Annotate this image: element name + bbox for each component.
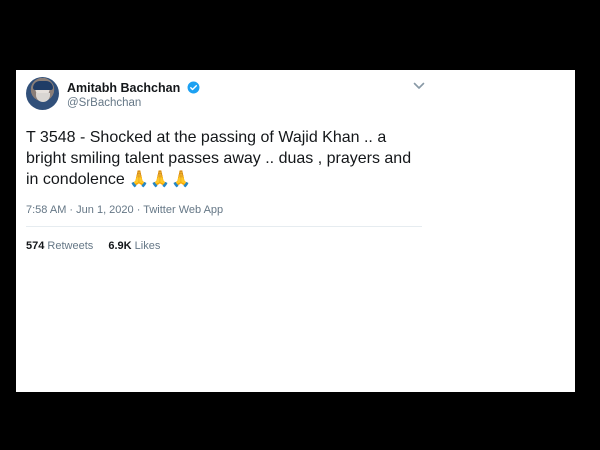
tweet-source[interactable]: Twitter Web App	[143, 204, 223, 216]
tweet-date[interactable]: Jun 1, 2020	[76, 204, 134, 216]
retweets-count: 574	[26, 240, 45, 252]
tweet-card: Amitabh Bachchan @SrBachchan T 3548 - Sh…	[16, 70, 575, 392]
avatar-beard	[36, 93, 50, 102]
verified-badge-icon	[187, 81, 200, 94]
tweet-time[interactable]: 7:58 AM	[26, 204, 66, 216]
avatar[interactable]	[26, 77, 59, 110]
likes-stat[interactable]: 6.9K Likes	[108, 240, 160, 252]
retweets-label: Retweets	[47, 240, 94, 252]
tweet-text: T 3548 - Shocked at the passing of Wajid…	[26, 127, 416, 190]
retweets-stat[interactable]: 574 Retweets	[26, 240, 96, 252]
tweet: Amitabh Bachchan @SrBachchan T 3548 - Sh…	[26, 77, 425, 252]
tweet-meta: 7:58 AM · Jun 1, 2020 · Twitter Web App	[26, 204, 422, 227]
meta-separator: ·	[136, 204, 141, 216]
likes-label: Likes	[134, 240, 161, 252]
chevron-down-icon[interactable]	[413, 81, 425, 91]
author-name[interactable]: Amitabh Bachchan	[67, 81, 180, 95]
avatar-cap	[33, 81, 53, 90]
folded-hands-emoji: 🙏🙏🙏	[129, 171, 192, 188]
likes-count: 6.9K	[108, 240, 132, 252]
author-handle[interactable]: @SrBachchan	[67, 97, 141, 109]
tweet-header: Amitabh Bachchan @SrBachchan	[26, 77, 425, 113]
tweet-stats: 574 Retweets 6.9K Likes	[26, 227, 422, 252]
tweet-text-content: T 3548 - Shocked at the passing of Wajid…	[26, 129, 412, 188]
author-name-row[interactable]: Amitabh Bachchan	[67, 81, 200, 95]
meta-separator: ·	[69, 204, 74, 216]
